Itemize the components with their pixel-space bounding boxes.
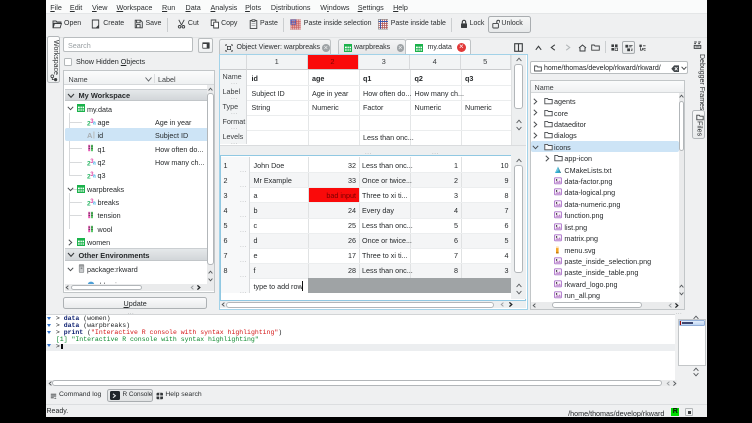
svg-text:A: A: [87, 131, 93, 139]
svg-text:a: a: [93, 174, 96, 180]
svg-text:a: a: [93, 120, 96, 126]
svg-text:a: a: [93, 200, 96, 206]
svg-text:a: a: [93, 160, 96, 166]
